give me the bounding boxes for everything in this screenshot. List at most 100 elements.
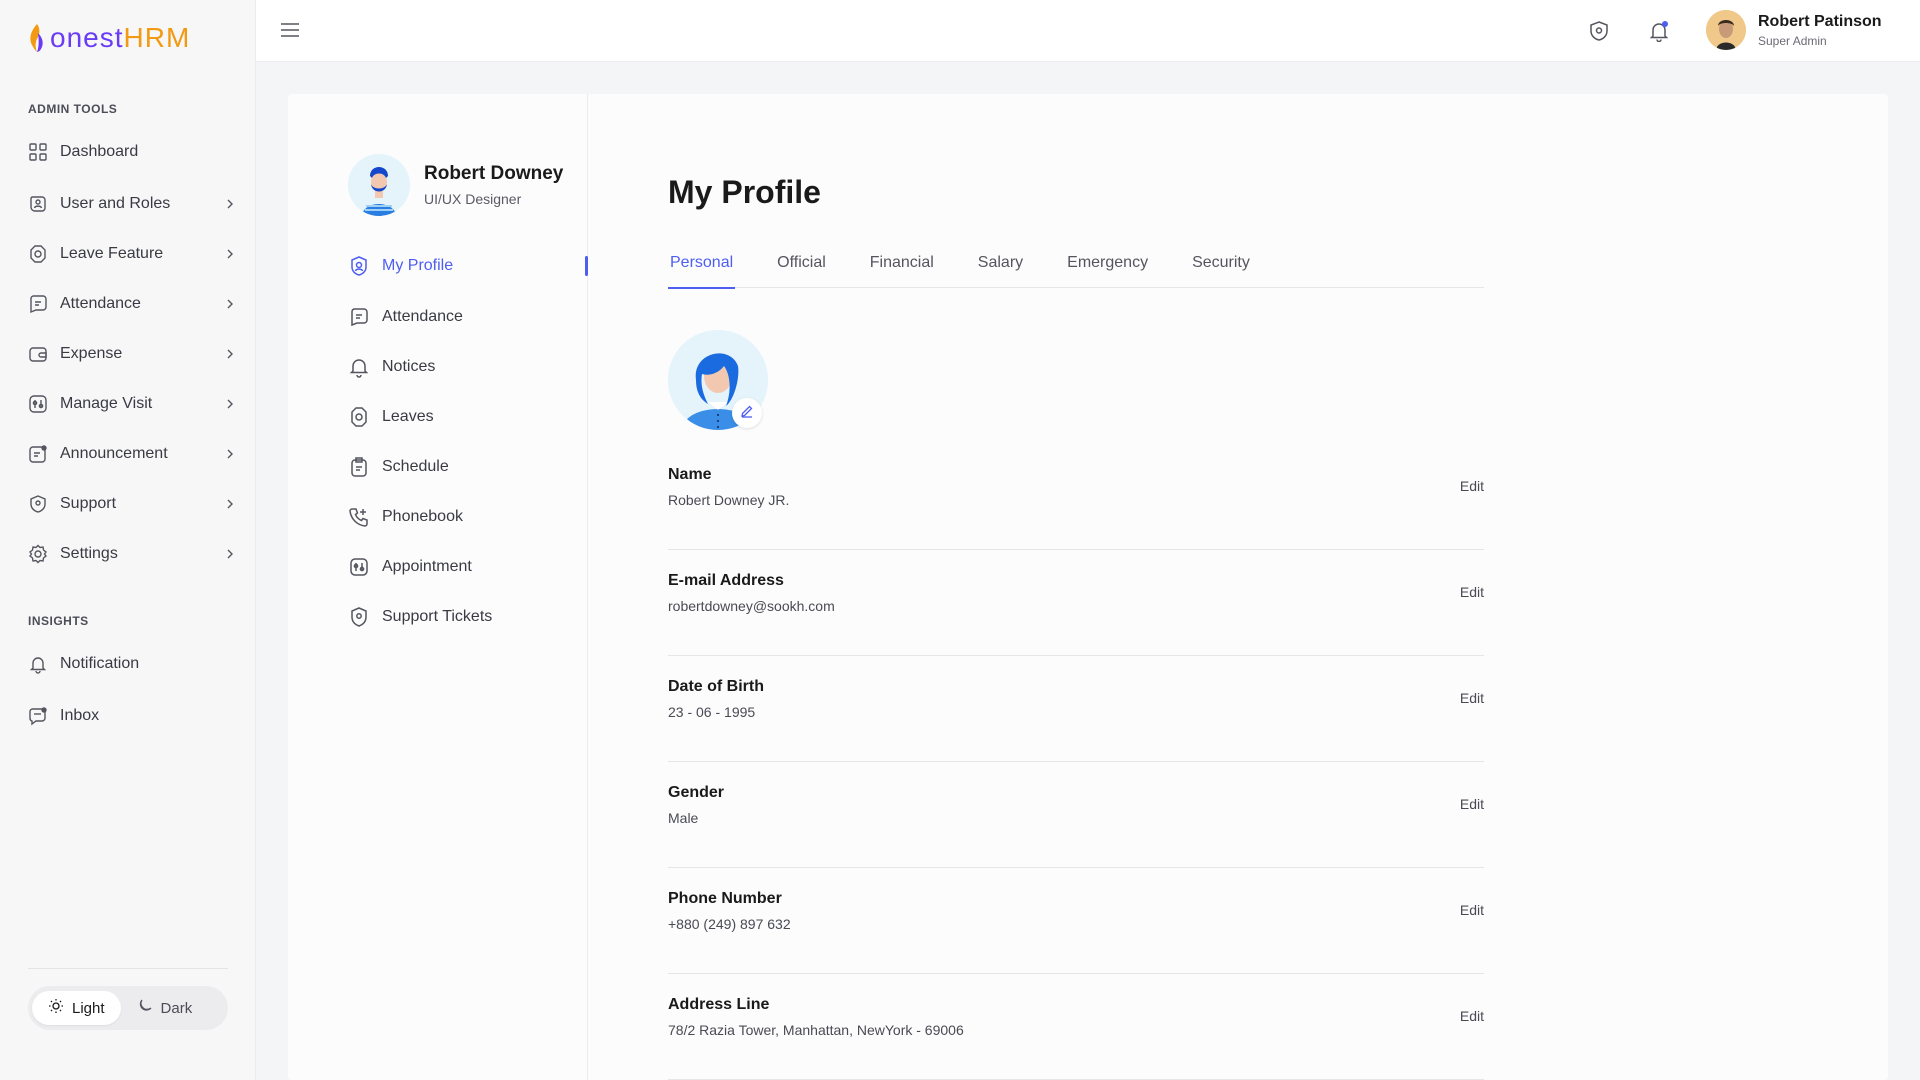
profile-nav-label: Phonebook xyxy=(382,508,463,525)
sidebar-item-label: Support xyxy=(60,495,117,512)
attendance-icon xyxy=(348,306,370,328)
field-value: Male xyxy=(668,810,699,826)
sidebar-item-expense[interactable]: Expense xyxy=(28,340,238,368)
sidebar-item-label: Leave Feature xyxy=(60,245,164,262)
edit-gender-button[interactable]: Edit xyxy=(1460,796,1484,812)
chevron-right-icon xyxy=(222,346,238,362)
sidebar: onestHRM ADMIN TOOLS Dashboard User and … xyxy=(0,0,256,1080)
field-value: 78/2 Razia Tower, Manhattan, NewYork - 6… xyxy=(668,1022,964,1038)
leave-icon xyxy=(28,244,48,264)
section-label-admin-tools: ADMIN TOOLS xyxy=(28,102,118,116)
chevron-right-icon xyxy=(222,446,238,462)
sidebar-item-label: Notification xyxy=(60,655,140,672)
edit-email-button[interactable]: Edit xyxy=(1460,584,1484,600)
brand-name: onestHRM xyxy=(50,22,190,54)
shield-settings-icon[interactable] xyxy=(1584,16,1614,46)
brand-name-part2: HRM xyxy=(123,22,191,53)
chevron-right-icon xyxy=(222,396,238,412)
profile-nav-appointment[interactable]: Appointment xyxy=(348,553,588,581)
field-address-line: Address Line 78/2 Razia Tower, Manhattan… xyxy=(668,974,1484,1080)
brand-logo[interactable]: onestHRM xyxy=(28,22,190,54)
profile-nav-label: Leaves xyxy=(382,408,434,425)
profile-nav-schedule[interactable]: Schedule xyxy=(348,453,588,481)
profile-nav-attendance[interactable]: Attendance xyxy=(348,303,588,331)
wallet-icon xyxy=(28,344,48,364)
edit-address-line-button[interactable]: Edit xyxy=(1460,1008,1484,1024)
chevron-right-icon xyxy=(222,196,238,212)
profile-card: Robert Downey UI/UX Designer My Profile … xyxy=(288,94,1888,1080)
user-role: Super Admin xyxy=(1758,33,1827,48)
profile-nav-support-tickets[interactable]: Support Tickets xyxy=(348,603,588,631)
tab-salary[interactable]: Salary xyxy=(976,254,1025,288)
profile-nav-my-profile[interactable]: My Profile xyxy=(348,252,588,280)
theme-toggle: Light Dark xyxy=(28,986,228,1030)
sidebar-item-label: Settings xyxy=(60,545,118,562)
theme-dark-button[interactable]: Dark xyxy=(121,991,209,1025)
avatar xyxy=(1706,10,1746,50)
sidebar-item-inbox[interactable]: Inbox xyxy=(28,702,238,730)
profile-nav-label: My Profile xyxy=(382,257,454,274)
tab-personal[interactable]: Personal xyxy=(668,254,736,289)
sidebar-item-manage-visit[interactable]: Manage Visit xyxy=(28,390,238,418)
user-menu[interactable]: Robert Patinson Super Admin xyxy=(1706,10,1882,50)
tab-emergency[interactable]: Emergency xyxy=(1065,254,1150,288)
profile-nav-label: Attendance xyxy=(382,308,463,325)
edit-phone-number-button[interactable]: Edit xyxy=(1460,902,1484,918)
sidebar-item-user-and-roles[interactable]: User and Roles xyxy=(28,190,238,218)
sidebar-divider xyxy=(28,968,228,969)
moon-icon xyxy=(137,998,153,1018)
profile-nav-notices[interactable]: Notices xyxy=(348,353,588,381)
theme-light-label: Light xyxy=(72,999,105,1017)
chevron-right-icon xyxy=(222,296,238,312)
field-value: 23 - 06 - 1995 xyxy=(668,704,756,720)
sidebar-item-settings[interactable]: Settings xyxy=(28,540,238,568)
inbox-icon xyxy=(28,706,48,726)
sun-icon xyxy=(48,998,64,1018)
bell-icon xyxy=(348,356,370,378)
profile-nav-label: Schedule xyxy=(382,458,449,475)
tab-financial[interactable]: Financial xyxy=(868,254,936,288)
hamburger-menu-icon[interactable] xyxy=(278,18,302,42)
sidebar-item-support[interactable]: Support xyxy=(28,490,238,518)
edit-date-of-birth-button[interactable]: Edit xyxy=(1460,690,1484,706)
edit-photo-button[interactable] xyxy=(732,398,762,428)
sidebar-item-label: User and Roles xyxy=(60,195,171,212)
sidebar-item-dashboard[interactable]: Dashboard xyxy=(28,138,238,166)
brand-name-part1: onest xyxy=(50,22,124,53)
profile-nav: Robert Downey UI/UX Designer My Profile … xyxy=(288,94,588,1080)
tab-security[interactable]: Security xyxy=(1190,254,1252,288)
page-title: My Profile xyxy=(668,174,821,210)
profile-nav-phonebook[interactable]: Phonebook xyxy=(348,503,588,531)
sidebar-item-label: Inbox xyxy=(60,707,100,724)
profile-summary: Robert Downey UI/UX Designer xyxy=(348,154,563,216)
leave-icon xyxy=(348,406,370,428)
sidebar-item-notification[interactable]: Notification xyxy=(28,650,238,678)
logo-icon xyxy=(28,23,46,53)
sidebar-item-announcement[interactable]: Announcement xyxy=(28,440,238,468)
field-gender: Gender Male Edit xyxy=(668,762,1484,868)
sidebar-item-leave-feature[interactable]: Leave Feature xyxy=(28,240,238,268)
field-label: Date of Birth xyxy=(668,678,764,695)
announcement-icon xyxy=(28,444,48,464)
field-email: E-mail Address robertdowney@sookh.com Ed… xyxy=(668,550,1484,656)
shield-icon xyxy=(348,606,370,628)
theme-dark-label: Dark xyxy=(160,999,193,1017)
topbar: Robert Patinson Super Admin xyxy=(256,0,1920,62)
edit-name-button[interactable]: Edit xyxy=(1460,478,1484,494)
active-indicator xyxy=(585,256,588,276)
theme-light-button[interactable]: Light xyxy=(32,991,121,1025)
sidebar-item-label: Announcement xyxy=(60,445,168,462)
users-icon xyxy=(28,194,48,214)
sidebar-item-label: Dashboard xyxy=(60,143,139,160)
profile-nav-leaves[interactable]: Leaves xyxy=(348,403,588,431)
profile-avatar xyxy=(348,154,410,216)
notification-bell-icon[interactable] xyxy=(1644,16,1674,46)
chevron-right-icon xyxy=(222,546,238,562)
pencil-icon xyxy=(740,404,754,423)
field-label: Gender xyxy=(668,784,725,801)
sidebar-item-attendance[interactable]: Attendance xyxy=(28,290,238,318)
bell-icon xyxy=(28,654,48,674)
tab-official[interactable]: Official xyxy=(775,254,828,288)
user-info: Robert Patinson Super Admin xyxy=(1758,13,1882,48)
field-date-of-birth: Date of Birth 23 - 06 - 1995 Edit xyxy=(668,656,1484,762)
